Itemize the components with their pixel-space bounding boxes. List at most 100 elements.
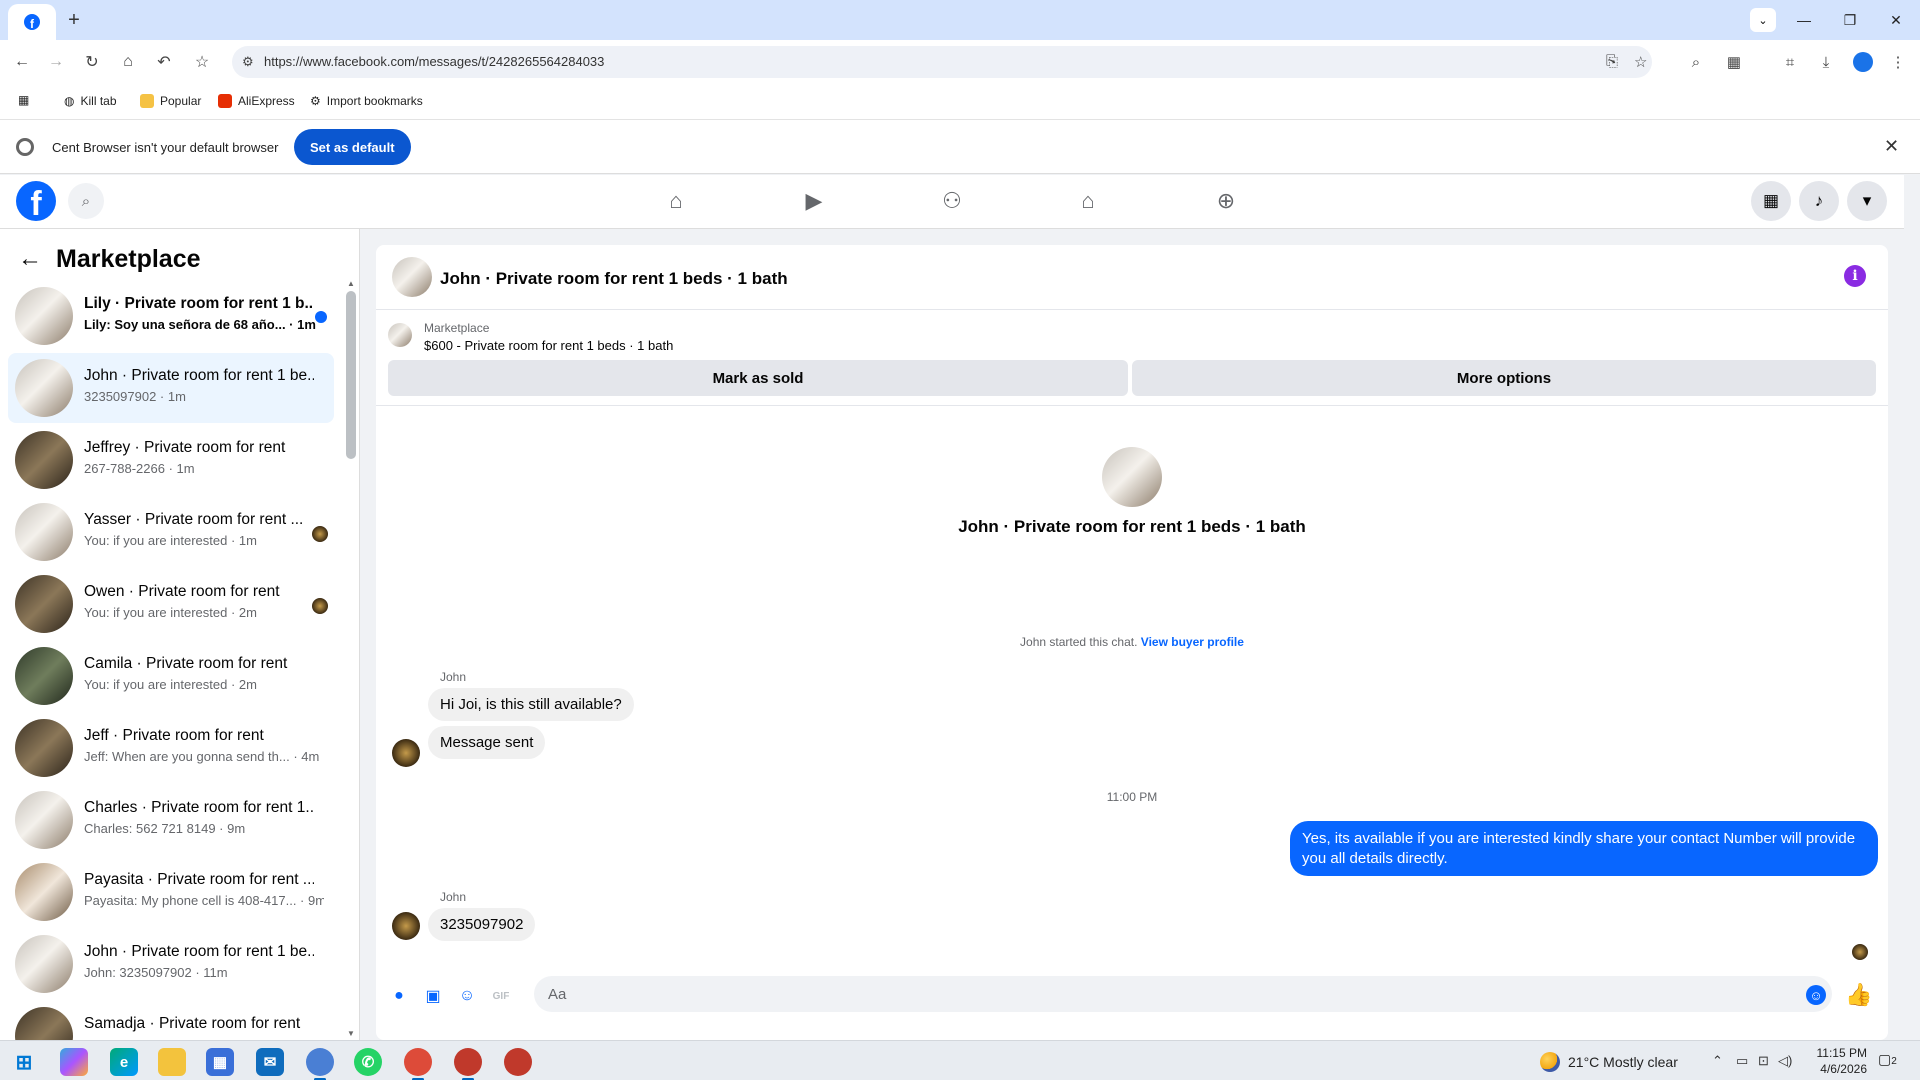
address-bar[interactable]: ⚙ https://www.facebook.com/messages/t/24… — [232, 46, 1652, 78]
thumbs-up-icon[interactable]: 👍 — [1845, 981, 1872, 1009]
unread-dot-icon — [315, 311, 327, 323]
back-icon[interactable]: ← — [10, 50, 34, 74]
message-input[interactable] — [534, 976, 1832, 1012]
minimize-icon[interactable]: — — [1784, 6, 1824, 34]
list-item[interactable]: John · Private room for rent 1 be... 323… — [8, 353, 334, 423]
chat-avatar[interactable] — [392, 257, 432, 297]
facebook-header: f ⌕ ⌂ ▶ ⚇ ⌂ ⊕ ▦ ♪ ▾ — [0, 175, 1904, 229]
incoming-message[interactable]: Message sent — [428, 726, 546, 759]
default-browser-infobar: Cent Browser isn't your default browser … — [0, 120, 1920, 174]
outlook-icon[interactable]: ✉ — [256, 1048, 284, 1076]
menu-grid-icon[interactable]: ▦ — [1751, 181, 1791, 221]
scrollbar-thumb[interactable] — [346, 291, 356, 459]
zoom-icon[interactable]: ⌕ — [1684, 50, 1708, 74]
info-icon[interactable]: i — [1844, 265, 1866, 287]
install-app-icon[interactable]: ⎘ — [1606, 53, 1618, 70]
volume-icon[interactable]: ◁) — [1778, 1053, 1792, 1069]
search-icon[interactable]: ⌕ — [68, 183, 104, 219]
whatsapp-icon[interactable]: ✆ — [354, 1048, 382, 1076]
sender-avatar[interactable] — [392, 912, 420, 940]
list-item[interactable]: Payasita · Private room for rent ... Pay… — [8, 857, 334, 927]
gaming-nav-icon[interactable]: ⊕ — [1206, 185, 1246, 217]
list-item[interactable]: John · Private room for rent 1 be... Joh… — [8, 929, 334, 999]
forward-icon[interactable]: → — [44, 50, 68, 74]
view-buyer-profile-link[interactable]: View buyer profile — [1141, 635, 1244, 649]
incoming-message[interactable]: 3235097902 — [428, 908, 536, 941]
bookmark-import[interactable]: ⚙ Import bookmarks — [310, 94, 423, 108]
notification-center-icon[interactable]: ▢2 — [1878, 1051, 1897, 1068]
crop-icon[interactable]: ⌗ — [1778, 50, 1802, 74]
more-options-button[interactable]: More options — [1132, 360, 1876, 396]
reload-icon[interactable]: ↻ — [80, 50, 104, 74]
gif-icon[interactable]: GIF — [490, 985, 512, 1007]
windows-start-icon[interactable]: ⊞ — [10, 1048, 38, 1076]
video-nav-icon[interactable]: ▶ — [794, 185, 834, 217]
scroll-up-icon[interactable]: ▲ — [347, 279, 355, 288]
bookmark-star-icon[interactable]: ☆ — [190, 50, 214, 74]
photo-icon[interactable]: ▣ — [422, 985, 444, 1007]
file-explorer-icon[interactable] — [158, 1048, 186, 1076]
marketplace-nav-icon[interactable]: ⌂ — [1068, 185, 1108, 217]
aliexpress-icon — [218, 94, 232, 108]
apps-grid-icon[interactable]: ▦ — [18, 93, 29, 107]
system-clock[interactable]: 11:15 PM 4/6/2026 — [1795, 1045, 1867, 1077]
scroll-down-icon[interactable]: ▼ — [347, 1029, 355, 1038]
site-info-icon[interactable]: ⚙ — [242, 54, 254, 70]
chat-header-title[interactable]: John · Private room for rent 1 beds · 1 … — [440, 269, 788, 289]
incoming-message[interactable]: Hi Joi, is this still available? — [428, 688, 634, 721]
list-item[interactable]: Lily · Private room for rent 1 b... Lily… — [8, 281, 334, 351]
emoji-icon[interactable]: ☺ — [1806, 985, 1826, 1005]
tab-search-icon[interactable]: ⌄ — [1750, 8, 1776, 32]
download-icon[interactable]: ⤓ — [1814, 50, 1838, 74]
mark-as-sold-button[interactable]: Mark as sold — [388, 360, 1128, 396]
microphone-icon[interactable]: ● — [388, 985, 410, 1007]
facebook-logo-icon[interactable]: f — [16, 181, 56, 221]
new-tab-icon[interactable]: + — [62, 8, 86, 32]
list-item[interactable]: Camila · Private room for rent You: if y… — [8, 641, 334, 711]
friends-nav-icon[interactable]: ⚇ — [932, 185, 972, 217]
copilot-icon[interactable] — [60, 1048, 88, 1076]
browser-app-icon[interactable] — [504, 1048, 532, 1076]
sidebar-scrollbar[interactable]: ▲ ▼ — [346, 279, 356, 1039]
seen-avatar-icon — [312, 598, 328, 614]
weather-widget[interactable]: 21°C Mostly clear — [1540, 1052, 1678, 1072]
qr-code-icon[interactable]: ▦ — [1722, 50, 1746, 74]
bookmark-page-icon[interactable]: ☆ — [1634, 53, 1647, 71]
bookmark-kill-tab[interactable]: ◍ Kill tab — [64, 94, 117, 108]
cent-browser-icon[interactable] — [306, 1048, 334, 1080]
close-window-icon[interactable]: ✕ — [1876, 6, 1916, 34]
list-item[interactable]: Jeff · Private room for rent Jeff: When … — [8, 713, 334, 783]
home-icon[interactable]: ⌂ — [116, 50, 140, 74]
account-chevron-icon[interactable]: ▾ — [1847, 181, 1887, 221]
list-item[interactable]: Jeffrey · Private room for rent 267-788-… — [8, 425, 334, 495]
outgoing-message[interactable]: Yes, its available if you are interested… — [1290, 821, 1878, 876]
back-arrow-icon[interactable]: ← — [18, 245, 42, 273]
listing-summary[interactable]: $600 - Private room for rent 1 beds · 1 … — [424, 338, 673, 353]
browser-tab-facebook[interactable]: f — [8, 4, 56, 40]
notifications-bell-icon[interactable]: ♪ — [1799, 181, 1839, 221]
bookmark-aliexpress[interactable]: AliExpress — [218, 94, 295, 108]
network-icon[interactable]: ⊡ — [1758, 1053, 1769, 1069]
set-default-button[interactable]: Set as default — [294, 129, 411, 165]
undo-close-icon[interactable]: ↶ — [152, 50, 176, 74]
menu-dots-icon[interactable]: ⋮ — [1886, 50, 1910, 74]
store-icon[interactable]: ▦ — [206, 1048, 234, 1076]
browser-app-icon[interactable] — [454, 1048, 482, 1080]
sender-avatar[interactable] — [392, 739, 420, 767]
meet-icon[interactable]: ▭ — [1736, 1053, 1748, 1069]
list-item[interactable]: Owen · Private room for rent You: if you… — [8, 569, 334, 639]
conversation-title: Charles · Private room for rent 1... — [84, 799, 314, 816]
list-item[interactable]: Samadja · Private room for rent — [8, 1001, 334, 1040]
home-nav-icon[interactable]: ⌂ — [656, 185, 696, 217]
chrome-icon[interactable] — [404, 1048, 432, 1080]
list-item[interactable]: Yasser · Private room for rent ... You: … — [8, 497, 334, 567]
chevron-up-icon[interactable]: ⌃ — [1712, 1053, 1723, 1069]
edge-icon[interactable]: e — [110, 1048, 138, 1076]
profile-avatar-icon[interactable] — [1853, 52, 1873, 72]
bookmark-popular[interactable]: Popular — [140, 94, 201, 108]
restore-icon[interactable]: ❐ — [1830, 6, 1870, 34]
list-item[interactable]: Charles · Private room for rent 1... Cha… — [8, 785, 334, 855]
facebook-favicon-icon: f — [24, 14, 40, 30]
sticker-icon[interactable]: ☺ — [456, 985, 478, 1007]
close-infobar-icon[interactable]: ✕ — [1884, 136, 1899, 157]
